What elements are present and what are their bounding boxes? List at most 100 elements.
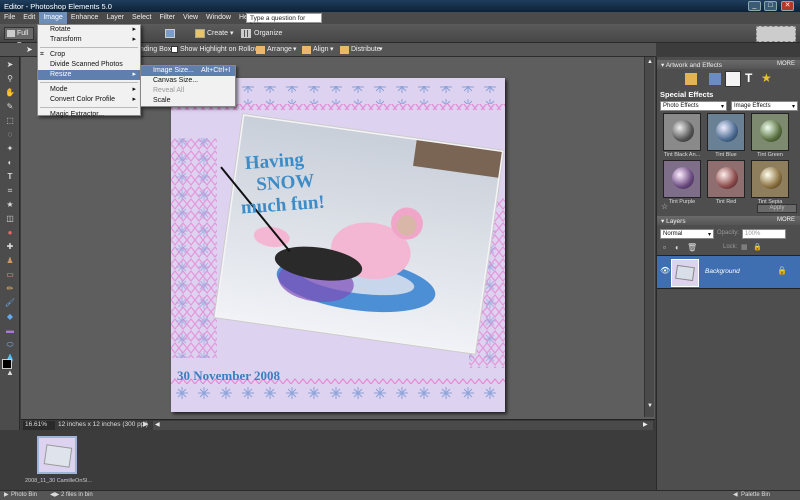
scroll-down-icon[interactable]: ▼ <box>647 403 653 409</box>
marquee-tool-icon[interactable]: ⬚ <box>3 115 17 127</box>
clone-stamp-tool-icon[interactable]: ♟ <box>3 255 17 267</box>
magic-wand-tool-icon[interactable]: ✦ <box>3 143 17 155</box>
backgrounds-icon[interactable] <box>685 73 697 85</box>
close-button[interactable]: ✕ <box>781 1 794 11</box>
menu-edit[interactable]: Edit <box>19 12 39 24</box>
text-effects-icon[interactable]: T <box>745 71 752 85</box>
lasso-tool-icon[interactable]: ◌ <box>3 129 17 141</box>
show-highlight-checkbox[interactable] <box>171 46 178 53</box>
favorites-icon[interactable]: ★ <box>761 71 772 85</box>
artwork-more-button[interactable]: MORE <box>777 61 795 67</box>
menu-item-scale[interactable]: Scale <box>141 96 235 106</box>
paint-bucket-tool-icon[interactable]: ◆ <box>3 311 17 323</box>
bounding-box-label[interactable]: nding Box <box>140 44 171 56</box>
vertical-scrollbar[interactable]: ▲ ▼ <box>644 57 654 417</box>
selection-brush-tool-icon[interactable]: ◐ <box>3 157 17 169</box>
layers-panel-header[interactable]: ▾ Layers MORE <box>657 216 800 225</box>
create-icon[interactable] <box>195 29 205 38</box>
menu-item-transform[interactable]: Transform ▸ <box>38 35 140 45</box>
favorite-star-icon[interactable]: ☆ <box>661 202 668 211</box>
eyedropper-tool-icon[interactable]: ✎ <box>3 101 17 113</box>
distribute-dropdown[interactable]: Distribute <box>351 44 381 56</box>
scroll-up-icon[interactable]: ▲ <box>647 59 653 65</box>
effect-tint-blue[interactable] <box>707 113 745 151</box>
lock-all-icon[interactable]: 🔒 <box>753 243 762 251</box>
blend-mode-select[interactable]: Normal ▾ <box>660 229 714 239</box>
gradient-tool-icon[interactable]: ▬ <box>3 325 17 337</box>
scroll-left-icon[interactable]: ◀ <box>155 421 160 428</box>
photo-bin-toggle-icon[interactable]: ▶ <box>4 491 9 498</box>
straighten-tool-icon[interactable]: ◫ <box>3 213 17 225</box>
menu-item-magic-extractor[interactable]: Magic Extractor... <box>38 110 140 120</box>
distribute-chevron-icon[interactable]: ▾ <box>379 44 383 56</box>
create-button[interactable]: Create <box>207 28 228 40</box>
healing-brush-tool-icon[interactable]: ✚ <box>3 241 17 253</box>
menu-item-convert-color-profile[interactable]: Convert Color Profile ▸ <box>38 95 140 105</box>
bin-options-icon[interactable]: ◀▶ <box>50 491 59 498</box>
minimize-button[interactable]: _ <box>748 1 761 11</box>
palette-bin-label[interactable]: Palette Bin <box>741 492 770 498</box>
layer-name[interactable]: Background <box>705 268 740 275</box>
menu-view[interactable]: View <box>179 12 202 24</box>
organize-button[interactable]: Organize <box>254 28 282 40</box>
menu-item-crop[interactable]: ⌗ Crop <box>38 50 140 60</box>
artwork-panel-header[interactable]: ▾ Artwork and Effects MORE <box>657 60 800 69</box>
shape-tool-icon[interactable]: ⬭ <box>3 339 17 351</box>
effect-tint-green[interactable] <box>751 113 789 151</box>
arrange-dropdown[interactable]: Arrange <box>267 44 292 56</box>
menu-window[interactable]: Window <box>202 12 235 24</box>
menu-filter[interactable]: Filter <box>155 12 179 24</box>
move-tool-icon[interactable]: ➤ <box>3 59 17 71</box>
menu-item-resize[interactable]: Resize ▸ <box>38 70 140 80</box>
effects-subcategory-select[interactable]: Image Effects ▾ <box>731 101 798 111</box>
new-layer-icon[interactable]: ▫ <box>663 243 666 252</box>
menu-layer[interactable]: Layer <box>102 12 128 24</box>
folder-icon[interactable] <box>165 29 175 38</box>
foreground-color-swatch[interactable] <box>2 359 12 369</box>
align-chevron-icon[interactable]: ▾ <box>330 44 334 56</box>
brush-tool-icon[interactable]: 🖌 <box>3 297 17 309</box>
full-edit-button[interactable]: Full E <box>4 27 34 49</box>
effects-icon[interactable] <box>725 71 741 87</box>
red-eye-tool-icon[interactable]: ● <box>3 227 17 239</box>
themes-icon[interactable] <box>709 73 721 85</box>
apply-button[interactable]: Apply <box>757 204 797 213</box>
horizontal-scrollbar[interactable]: ◀ ▶ <box>153 421 653 430</box>
photo-bin-label[interactable]: Photo Bin <box>11 492 37 498</box>
photo-bin-thumbnail[interactable] <box>37 436 77 474</box>
delete-layer-icon[interactable]: 🗑 <box>687 243 697 252</box>
menu-item-canvas-size[interactable]: Canvas Size... <box>141 76 235 86</box>
effect-tint-purple[interactable] <box>663 160 701 198</box>
menu-enhance[interactable]: Enhance <box>67 12 103 24</box>
menu-item-mode[interactable]: Mode ▸ <box>38 85 140 95</box>
layer-row-background[interactable]: 👁 Background 🔒 <box>657 255 800 289</box>
menu-item-rotate[interactable]: Rotate ▸ <box>38 25 140 35</box>
align-dropdown[interactable]: Align <box>313 44 329 56</box>
lock-transparent-icon[interactable]: ▦ <box>741 243 748 251</box>
visibility-eye-icon[interactable]: 👁 <box>660 266 670 275</box>
organize-icon[interactable] <box>241 29 251 38</box>
menu-file[interactable]: File <box>0 12 19 24</box>
image-canvas[interactable]: Having SNOW much fun! 30 November 2008 <box>171 78 505 412</box>
adjustment-layer-icon[interactable]: ◐ <box>675 243 680 252</box>
pencil-tool-icon[interactable]: ✏ <box>3 283 17 295</box>
effect-tint-black[interactable] <box>663 113 701 151</box>
help-search-input[interactable]: Type a question for help <box>246 13 322 29</box>
cookie-cutter-tool-icon[interactable]: ★ <box>3 199 17 211</box>
arrange-chevron-icon[interactable]: ▾ <box>293 44 297 56</box>
effects-category-select[interactable]: Photo Effects ▾ <box>660 101 727 111</box>
menu-select[interactable]: Select <box>128 12 155 24</box>
scroll-right-icon[interactable]: ▶ <box>643 421 648 428</box>
eraser-tool-icon[interactable]: ▭ <box>3 269 17 281</box>
crop-tool-icon[interactable]: ⌗ <box>3 185 17 197</box>
effect-tint-sepia[interactable] <box>751 160 789 198</box>
zoom-level[interactable]: 16.61% <box>23 421 55 430</box>
maximize-button[interactable]: □ <box>764 1 777 11</box>
layers-more-button[interactable]: MORE <box>777 217 795 223</box>
layer-lock-icon[interactable]: 🔒 <box>777 266 787 275</box>
create-dropdown-icon[interactable]: ▾ <box>230 28 234 40</box>
opacity-input[interactable]: 100% <box>742 229 786 239</box>
menu-item-divide-scanned-photos[interactable]: Divide Scanned Photos <box>38 60 140 70</box>
palette-bin-toggle-icon[interactable]: ◀ <box>733 491 738 498</box>
hand-tool-icon[interactable]: ✋ <box>3 87 17 99</box>
